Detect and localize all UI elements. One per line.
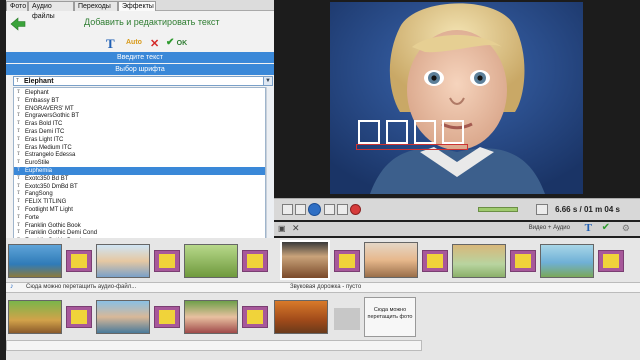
storyboard-row-2 [0,0,640,360]
empty-transition-slot[interactable] [334,308,360,330]
photo-drop-zone[interactable]: Сюда можно перетащить фото [364,297,416,337]
slide-thumb[interactable] [96,300,150,334]
audio-track-2[interactable] [6,340,422,351]
slide-thumb[interactable] [274,300,328,334]
slide-thumb[interactable] [8,300,62,334]
slide-thumb[interactable] [184,300,238,334]
transition-thumb[interactable] [66,306,92,328]
transition-thumb[interactable] [154,306,180,328]
transition-thumb[interactable] [242,306,268,328]
